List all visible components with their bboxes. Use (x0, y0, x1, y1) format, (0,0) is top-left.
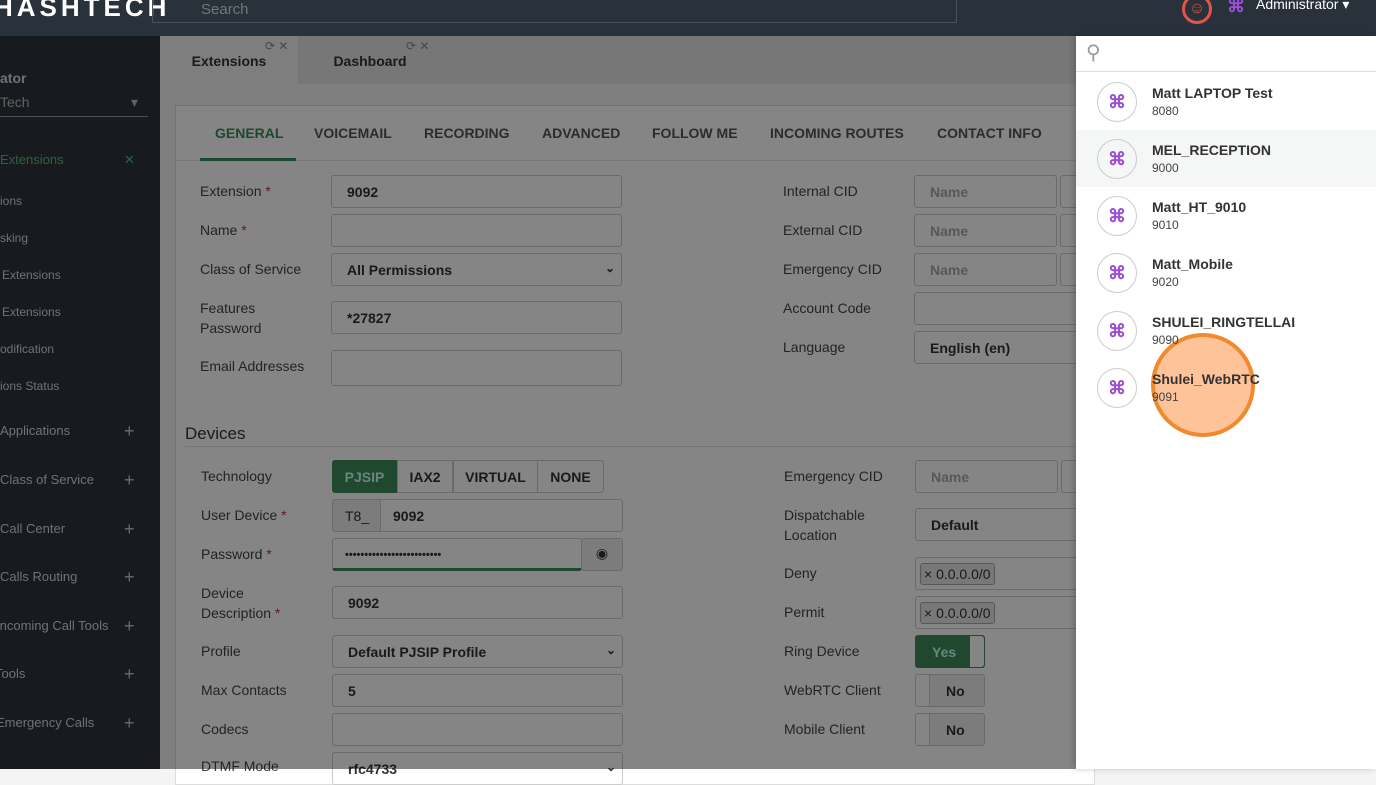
list-item[interactable]: ⌘ MEL_RECEPTION 9000 (1076, 130, 1376, 187)
extension-icon: ⌘ (1097, 311, 1137, 351)
top-header: HASHTECH ☺ ⌘ Administrator ▾ (0, 0, 1376, 36)
brand-icon: ⌘ (1227, 0, 1245, 16)
extension-icon: ⌘ (1097, 253, 1137, 293)
search-icon: ⚲ (1086, 42, 1101, 64)
extension-icon: ⌘ (1097, 368, 1137, 408)
modal-backdrop[interactable] (0, 36, 1076, 769)
user-name: Administrator (1256, 0, 1339, 12)
panel-search-input[interactable]: ⚲ (1076, 36, 1376, 72)
list-item[interactable]: ⌘ Matt LAPTOP Test 8080 (1076, 73, 1376, 130)
status-icon[interactable]: ☺ (1182, 0, 1212, 24)
logo: HASHTECH (0, 0, 171, 22)
extension-picker-panel: ⚲ ⌘ Matt LAPTOP Test 8080 ⌘ MEL_RECEPTION 90… (1076, 36, 1376, 769)
user-menu[interactable]: Administrator ▾ (1256, 0, 1349, 13)
extension-icon: ⌘ (1097, 139, 1137, 179)
extension-icon: ⌘ (1097, 196, 1137, 236)
list-item[interactable]: ⌘ Matt_Mobile 9020 (1076, 244, 1376, 301)
list-item[interactable]: ⌘ Matt_HT_9010 9010 (1076, 187, 1376, 244)
global-search-input[interactable] (152, 0, 957, 23)
list-item[interactable]: ⌘ Shulei_WebRTC 9091 (1076, 359, 1376, 416)
list-item[interactable]: ⌘ SHULEI_RINGTELLAI 9090 (1076, 302, 1376, 359)
extension-icon: ⌘ (1097, 82, 1137, 122)
